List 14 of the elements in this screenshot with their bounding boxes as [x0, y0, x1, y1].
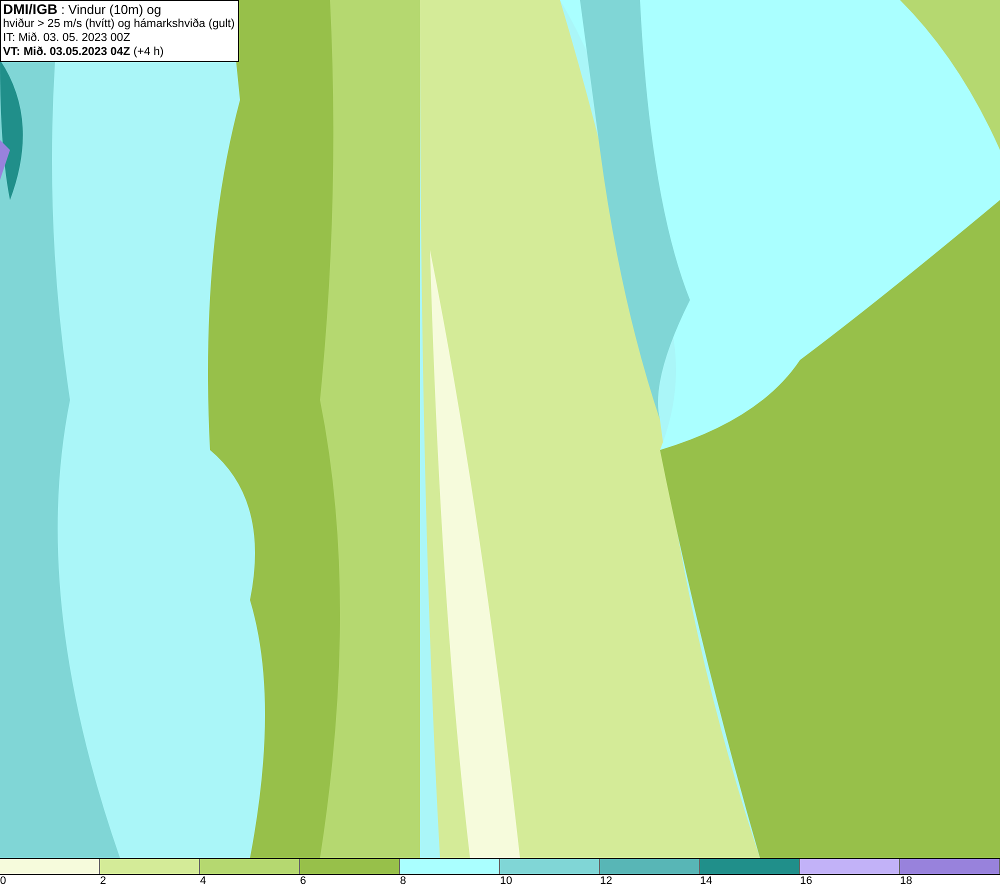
legend-label: 4	[200, 875, 206, 887]
title-line: hviður > 25 m/s (hvítt) og hámarkshviða (gult)	[3, 17, 235, 31]
legend-label: 8	[400, 875, 406, 887]
legend-label: 0	[0, 875, 6, 887]
legend-label: 14	[700, 875, 712, 887]
legend-label: 6	[300, 875, 306, 887]
legend-label: 12	[600, 875, 612, 887]
legend-label: 2	[100, 875, 106, 887]
title-line: VT: Mið. 03.05.2023 04Z (+4 h)	[3, 45, 165, 59]
legend-label: 18	[900, 875, 912, 887]
legend-label: 10	[500, 875, 512, 887]
legend-label: 16	[800, 875, 812, 887]
title-line: DMI/IGB : Vindur (10m) og	[3, 2, 162, 17]
title-line: IT: Mið. 03. 05. 2023 00Z	[3, 31, 132, 45]
